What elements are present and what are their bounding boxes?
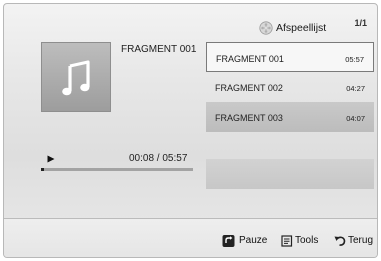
pause-key-icon <box>222 235 235 247</box>
empty-panel <box>206 159 374 189</box>
playlist-item-focused[interactable]: FRAGMENT 001 05:57 <box>206 42 374 72</box>
track-duration: 04:07 <box>346 114 365 123</box>
time-readout: 00:08 / 05:57 <box>129 153 188 164</box>
play-icon <box>47 155 55 163</box>
track-name: FRAGMENT 001 <box>216 54 284 64</box>
tools-label: Tools <box>295 235 319 246</box>
progress-fill <box>41 168 45 171</box>
back-label: Terug <box>348 235 374 246</box>
track-name: FRAGMENT 003 <box>215 113 283 123</box>
album-art <box>41 42 111 112</box>
pause-label: Pauze <box>239 235 268 246</box>
now-playing-title: FRAGMENT 001 <box>121 44 197 55</box>
music-note-icon <box>62 60 90 96</box>
tools-icon <box>281 235 293 247</box>
player-screen: Afspeellijst 1/1 FRAGMENT 001 FRAGMENT 0… <box>3 3 378 258</box>
playlist-item[interactable]: FRAGMENT 002 04:27 <box>206 72 374 102</box>
track-duration: 05:57 <box>345 55 364 64</box>
playlist-item-highlighted[interactable]: FRAGMENT 003 04:07 <box>206 102 374 132</box>
track-name: FRAGMENT 002 <box>215 83 283 93</box>
disc-icon <box>259 21 273 35</box>
page-counter: 1/1 <box>354 18 367 28</box>
footer-bar: Pauze Tools Terug <box>4 218 377 257</box>
progress-bar[interactable] <box>41 168 193 171</box>
playlist-title: Afspeellijst <box>276 22 327 34</box>
return-icon <box>334 236 346 246</box>
track-duration: 04:27 <box>346 84 365 93</box>
